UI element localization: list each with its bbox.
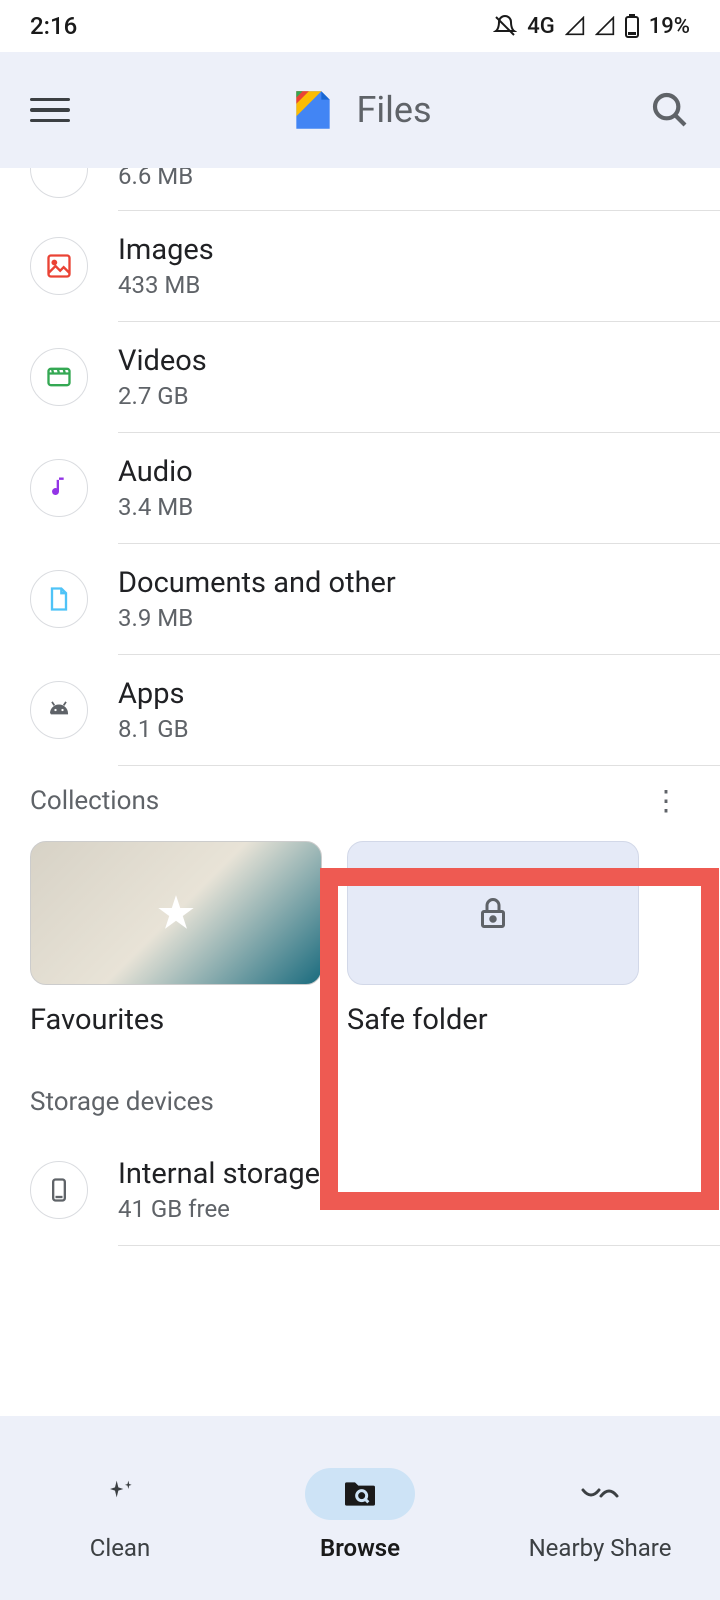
category-size: 6.6 MB [118, 168, 193, 190]
nearby-share-icon [579, 1479, 621, 1509]
nav-clean[interactable]: Clean [20, 1468, 220, 1562]
lock-icon [475, 895, 511, 931]
category-documents[interactable]: Documents and other 3.9 MB [0, 544, 720, 654]
folder-search-icon [340, 1474, 380, 1514]
category-name: Audio [118, 455, 690, 489]
storage-section-header: Storage devices [0, 1057, 720, 1127]
menu-button[interactable] [30, 90, 70, 130]
category-name: Images [118, 233, 690, 267]
collection-label: Favourites [30, 1003, 322, 1037]
image-icon [45, 252, 73, 280]
nav-label: Browse [320, 1534, 400, 1562]
internal-storage-item[interactable]: Internal storage 41 GB free [0, 1127, 720, 1245]
document-icon [45, 585, 73, 613]
signal-icon [565, 16, 585, 36]
status-bar: 2:16 4G 19% [0, 0, 720, 52]
safe-folder-thumbnail [347, 841, 639, 985]
category-name: Apps [118, 677, 690, 711]
more-icon[interactable]: ⋮ [642, 784, 690, 817]
section-title: Storage devices [30, 1087, 214, 1117]
category-size: 433 MB [118, 271, 690, 299]
category-apps[interactable]: Apps 8.1 GB [0, 655, 720, 765]
category-images[interactable]: Images 433 MB [0, 211, 720, 321]
favourites-card[interactable]: ★ Favourites [30, 841, 322, 1037]
bell-off-icon [493, 14, 517, 38]
signal-icon-2 [595, 16, 615, 36]
category-videos[interactable]: Videos 2.7 GB [0, 322, 720, 432]
app-title: Files [356, 89, 431, 131]
category-size: 8.1 GB [118, 715, 690, 743]
main-scroll[interactable]: 6.6 MB Images 433 MB Videos 2.7 GB Audio… [0, 168, 720, 1416]
favourites-thumbnail: ★ [30, 841, 322, 985]
nav-browse[interactable]: Browse [260, 1468, 460, 1562]
category-audio[interactable]: Audio 3.4 MB [0, 433, 720, 543]
battery-icon [625, 14, 639, 38]
category-size: 3.9 MB [118, 604, 690, 632]
category-name: Documents and other [118, 566, 690, 600]
collections-row: ★ Favourites Safe folder [0, 827, 720, 1057]
star-icon: ★ [155, 886, 196, 941]
nav-label: Clean [90, 1534, 151, 1562]
storage-free: 41 GB free [118, 1195, 690, 1223]
safe-folder-card[interactable]: Safe folder [347, 841, 639, 1037]
sparkle-icon [100, 1474, 140, 1514]
collection-label: Safe folder [347, 1003, 639, 1037]
bottom-nav: Clean Browse Nearby Share [0, 1416, 720, 1600]
section-title: Collections [30, 786, 159, 816]
header-title: Files [70, 85, 650, 135]
category-size: 2.7 GB [118, 382, 690, 410]
search-icon[interactable] [650, 90, 690, 130]
category-size: 3.4 MB [118, 493, 690, 521]
nav-label: Nearby Share [529, 1534, 672, 1562]
collections-section-header: Collections ⋮ [0, 766, 720, 827]
nav-nearby-share[interactable]: Nearby Share [500, 1468, 700, 1562]
storage-name: Internal storage [118, 1157, 690, 1191]
battery-percent: 19% [649, 14, 690, 39]
network-label: 4G [527, 14, 555, 39]
android-icon [45, 696, 73, 724]
files-logo-icon [288, 85, 338, 135]
video-icon [45, 363, 73, 391]
category-downloads-partial[interactable]: 6.6 MB [0, 168, 720, 210]
phone-icon [45, 1176, 73, 1204]
audio-icon [45, 474, 73, 502]
app-header: Files [0, 52, 720, 168]
category-name: Videos [118, 344, 690, 378]
status-time: 2:16 [30, 12, 77, 40]
status-indicators: 4G 19% [493, 14, 690, 39]
